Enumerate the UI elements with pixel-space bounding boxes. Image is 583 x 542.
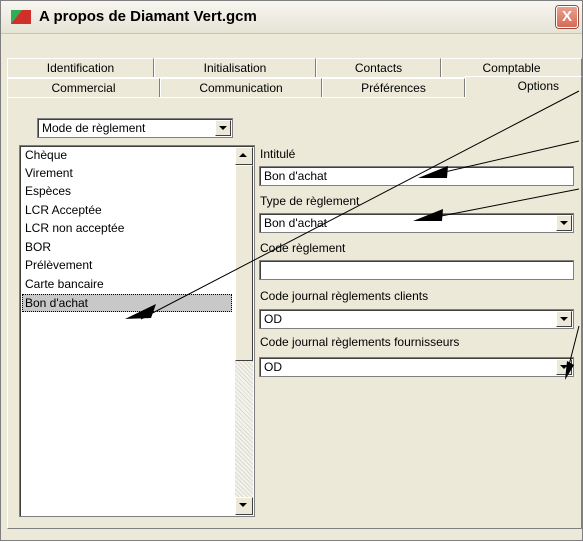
tab-options[interactable]: Options	[465, 76, 582, 98]
type-reglement-select[interactable]: Bon d'achat	[259, 213, 574, 233]
journal-clients-label: Code journal règlements clients	[260, 289, 429, 303]
code-reglement-field[interactable]	[259, 260, 574, 280]
tab-communication[interactable]: Communication	[160, 78, 322, 98]
intitule-value: Bon d'achat	[264, 169, 328, 183]
code-reglement-label: Code règlement	[260, 241, 346, 255]
list-item-bor[interactable]: BOR	[23, 239, 51, 257]
category-select-value: Mode de règlement	[42, 121, 146, 135]
scroll-down-button[interactable]	[235, 497, 253, 515]
tab-comptable[interactable]: Comptable	[441, 58, 582, 78]
category-select-dropdown-button[interactable]	[215, 120, 231, 136]
journal-fournisseurs-label: Code journal règlements fournisseurs	[260, 335, 460, 349]
close-icon: X	[561, 8, 572, 25]
list-item-bon-dachat[interactable]: Bon d'achat	[22, 294, 232, 312]
chevron-up-icon	[239, 153, 247, 157]
list-item-lcr-non-acceptee[interactable]: LCR non acceptée	[23, 220, 124, 238]
list-item-prelevement[interactable]: Prélèvement	[23, 257, 92, 275]
chevron-down-icon	[560, 317, 568, 321]
diamant-app-icon	[11, 10, 31, 24]
payment-method-list[interactable]: Chèque Virement Espèces LCR Acceptée LCR…	[19, 145, 255, 517]
tab-preferences[interactable]: Préférences	[322, 78, 465, 98]
list-item-carte-bancaire[interactable]: Carte bancaire	[23, 276, 104, 294]
list-item-especes[interactable]: Espèces	[23, 183, 71, 201]
journal-fournisseurs-dropdown-button[interactable]	[556, 359, 572, 375]
type-reglement-label: Type de règlement	[260, 194, 360, 208]
chevron-down-icon	[219, 126, 227, 130]
type-reglement-value: Bon d'achat	[264, 216, 328, 230]
journal-fournisseurs-select[interactable]: OD	[259, 357, 574, 377]
chevron-down-icon	[560, 365, 568, 369]
tab-commercial[interactable]: Commercial	[7, 78, 160, 98]
category-select[interactable]: Mode de règlement	[37, 118, 233, 138]
window-title: A propos de Diamant Vert.gcm	[39, 8, 257, 25]
chevron-down-icon	[239, 503, 247, 507]
type-reglement-dropdown-button[interactable]	[556, 215, 572, 231]
about-dialog-window: A propos de Diamant Vert.gcm X Identific…	[0, 0, 583, 541]
journal-clients-dropdown-button[interactable]	[556, 311, 572, 327]
intitule-label: Intitulé	[260, 147, 296, 161]
list-item-lcr-acceptee[interactable]: LCR Acceptée	[23, 202, 102, 220]
close-button[interactable]: X	[556, 6, 578, 28]
list-scrollbar[interactable]	[235, 147, 253, 515]
title-bar[interactable]: A propos de Diamant Vert.gcm X	[1, 1, 582, 34]
journal-clients-value: OD	[264, 312, 282, 326]
tab-initialisation[interactable]: Initialisation	[154, 58, 316, 78]
list-item-virement[interactable]: Virement	[23, 165, 73, 183]
tab-contacts[interactable]: Contacts	[316, 58, 441, 78]
journal-fournisseurs-value: OD	[264, 360, 282, 374]
list-item-cheque[interactable]: Chèque	[23, 147, 67, 165]
scroll-up-button[interactable]	[235, 147, 253, 165]
scroll-thumb[interactable]	[235, 165, 253, 361]
chevron-down-icon	[560, 221, 568, 225]
intitule-field[interactable]: Bon d'achat	[259, 166, 574, 186]
tab-identification[interactable]: Identification	[7, 58, 154, 78]
journal-clients-select[interactable]: OD	[259, 309, 574, 329]
